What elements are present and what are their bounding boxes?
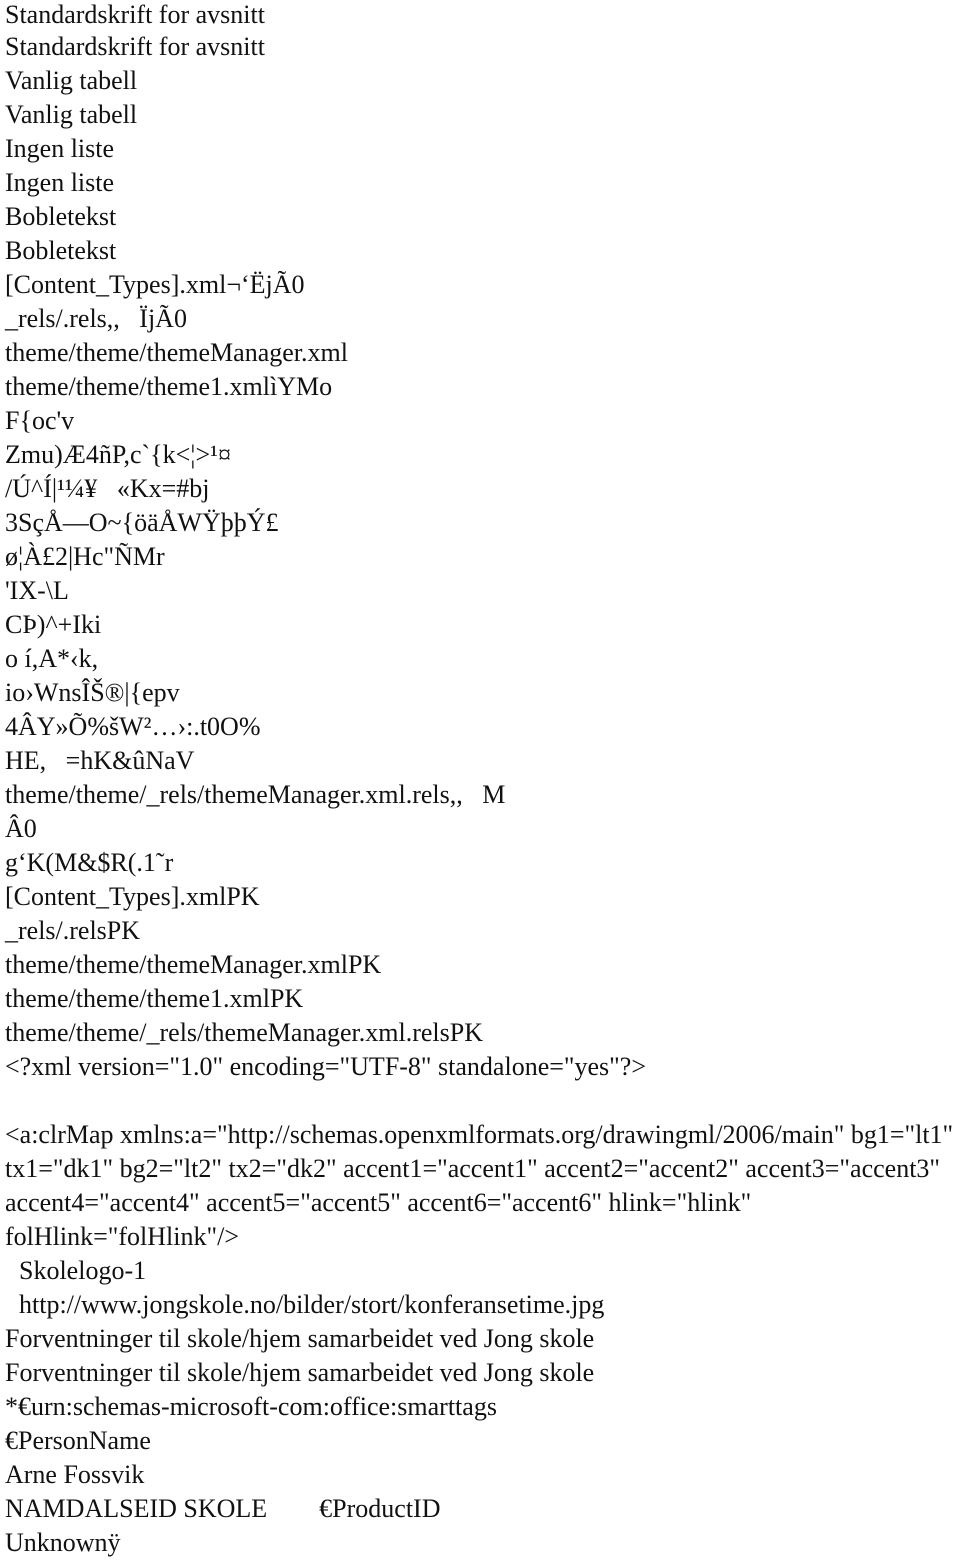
- person-name-tag: €PersonName: [5, 1426, 151, 1455]
- text-line: theme/theme/theme1.xmlìYMo: [5, 372, 333, 401]
- text-line: Bobletekst: [5, 236, 117, 265]
- product-id-tag: €ProductID: [319, 1494, 441, 1523]
- text-line: 'IX-\L: [5, 576, 69, 605]
- school-line: NAMDALSEID SKOLE €ProductID: [5, 1492, 960, 1526]
- document-title: Forventninger til skole/hjem samarbeidet…: [5, 1324, 595, 1353]
- smarttags-namespace: *€urn:schemas-microsoft-com:office:smart…: [5, 1392, 497, 1421]
- text-line: Ingen liste: [5, 134, 115, 163]
- text-line: HE, =hK&ûNaV: [5, 746, 195, 775]
- text-line: ø¦À£2|Hc"ÑMr: [5, 542, 165, 571]
- text-line: Vanlig tabell: [5, 66, 138, 95]
- text-line: o í,A*‹k,: [5, 644, 99, 673]
- clrmap-paragraph: <a:clrMap xmlns:a="http://schemas.openxm…: [5, 1120, 954, 1251]
- text-line: _rels/.relsPK: [5, 916, 141, 945]
- text-line: _rels/.rels,, ÏjÃ0: [5, 304, 187, 333]
- text-line: Standardskrift for avsnitt: [5, 32, 265, 61]
- text-line: CÞ)^+Iki: [5, 610, 102, 639]
- text-line: /Ú^Í|¹¼¥ «Kx=#bj: [5, 474, 210, 503]
- text-line: Zmu)Æ4ñP,c`{k<¦>¹¤: [5, 440, 231, 469]
- text-line: 4ÂY»Õ%šW²…›:.t0O%: [5, 712, 261, 741]
- text-line: <?xml version="1.0" encoding="UTF-8" sta…: [5, 1052, 646, 1081]
- text-line: Bobletekst: [5, 202, 117, 231]
- text-line: io›WnsÎŠ®|{epv: [5, 678, 180, 707]
- text-line: [Content_Types].xmlPK: [5, 882, 260, 911]
- document-title-repeat: Forventninger til skole/hjem samarbeidet…: [5, 1358, 595, 1387]
- text-line: theme/theme/_rels/themeManager.xml.rels,…: [5, 780, 506, 809]
- text-line: Â0: [5, 814, 37, 843]
- author-name: Arne Fossvik: [5, 1460, 145, 1489]
- text-line: theme/theme/themeManager.xmlPK: [5, 950, 382, 979]
- text-line: [Content_Types].xml¬‘ËjÃ0: [5, 270, 305, 299]
- unknown-text: Unknownÿ: [5, 1528, 121, 1557]
- text-line: F{oc'v: [5, 406, 75, 435]
- text-line: 3SçÅ—O~{öäÅWŸþþÝ£: [5, 508, 279, 537]
- text-line: Standardskrift for avsnitt: [5, 0, 265, 29]
- text-line: g‘K(M&$R(.1˜r: [5, 848, 174, 877]
- text-line: Vanlig tabell: [5, 100, 138, 129]
- text-line: theme/theme/themeManager.xml: [5, 338, 348, 367]
- text-line: theme/theme/_rels/themeManager.xml.relsP…: [5, 1018, 483, 1047]
- logo-name: Skolelogo-1: [19, 1256, 147, 1285]
- document-text: Standardskrift for avsnitt Standardskrift…: [0, 0, 960, 1560]
- text-line: Ingen liste: [5, 168, 115, 197]
- raw-text-block: Standardskrift for avsnitt Standardskrift…: [5, 0, 960, 1084]
- school-name: NAMDALSEID SKOLE: [5, 1494, 268, 1523]
- image-url: http://www.jongskole.no/bilder/stort/kon…: [19, 1290, 605, 1319]
- text-line: theme/theme/theme1.xmlPK: [5, 984, 304, 1013]
